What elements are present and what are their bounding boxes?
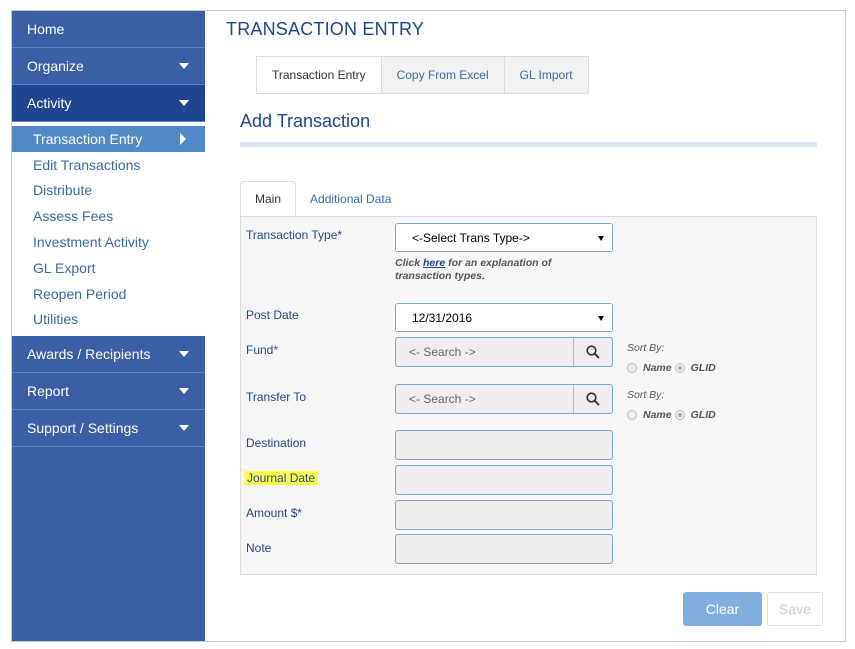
chevron-right-icon [180,133,186,145]
fund-search: <- Search -> [395,337,613,367]
main-content: TRANSACTION ENTRY Transaction Entry Copy… [205,11,845,641]
caret-down-icon [179,351,189,358]
page-title: TRANSACTION ENTRY [226,19,425,39]
amount-label: Amount $* [246,506,303,520]
app-window: Home Organize Activity Transaction Entry… [11,10,846,642]
help-prefix: Click [395,257,424,269]
tab-main[interactable]: Main [240,181,297,217]
note-field[interactable] [395,534,613,564]
sort-glid-label: GLID [690,409,716,421]
sub-item-transaction-entry[interactable]: Transaction Entry [12,126,205,152]
nav-report[interactable]: Report [12,373,205,411]
transaction-type-value: <-Select Trans Type-> [412,230,530,245]
sub-item-label: Transaction Entry [33,130,143,147]
transaction-form: Transaction Type* <-Select Trans Type-> … [240,216,817,575]
transfer-to-search-button[interactable] [573,385,612,413]
fund-label: Fund* [246,343,279,357]
transfer-sort-glid-radio[interactable] [674,410,685,420]
journal-date-field[interactable] [395,465,613,495]
sub-item-utilities[interactable]: Utilities [12,307,205,333]
sort-name-label: Name [643,409,672,421]
caret-down-icon [179,63,189,69]
section-title: Add Transaction [240,111,371,131]
caret-down-icon [179,388,189,395]
nav-organize[interactable]: Organize [12,48,205,85]
nav-report-label: Report [27,383,70,400]
dropdown-arrow-icon [598,236,604,241]
fund-search-input[interactable]: <- Search -> [396,338,573,366]
sub-item-gl-export[interactable]: GL Export [12,255,205,281]
note-label: Note [246,541,272,555]
transaction-type-select[interactable]: <-Select Trans Type-> [395,223,613,252]
post-date-label: Post Date [246,308,299,322]
transfer-sort-name-radio[interactable] [627,410,637,420]
nav-activity-label: Activity [27,95,72,111]
save-button[interactable]: Save [767,592,823,626]
sub-item-label: Assess Fees [33,208,114,225]
destination-label: Destination [246,436,307,450]
sort-name-label: Name [643,362,672,374]
transfer-to-label: Transfer To [246,390,307,404]
sub-item-reopen-period[interactable]: Reopen Period [12,281,205,307]
tab-transaction-entry[interactable]: Transaction Entry [256,56,382,94]
tab-gl-import[interactable]: GL Import [503,56,589,94]
amount-field[interactable] [395,500,613,530]
sub-item-label: Distribute [33,182,93,199]
top-tabs: Transaction Entry Copy From Excel GL Imp… [256,56,589,94]
nav-awards-recipients[interactable]: Awards / Recipients [12,336,205,374]
post-date-value: 12/31/2016 [412,310,473,325]
sub-item-label: Edit Transactions [33,156,141,173]
transaction-type-label: Transaction Type* [246,228,343,242]
sidebar: Home Organize Activity Transaction Entry… [12,11,205,641]
transaction-type-help: Click here for an explanation of transac… [395,257,595,283]
fund-sort-options: Name GLID [627,362,716,374]
inner-tabs: Main Additional Data [240,181,405,217]
sub-item-label: Investment Activity [33,234,149,251]
sub-item-investment-activity[interactable]: Investment Activity [12,229,205,255]
fund-sort-name-radio[interactable] [627,363,637,373]
transfer-sort-by-label: Sort By: [627,389,665,401]
sort-glid-label: GLID [690,362,716,374]
transfer-to-search-input[interactable]: <- Search -> [396,385,573,413]
sub-item-distribute[interactable]: Distribute [12,178,205,204]
tab-additional-data[interactable]: Additional Data [296,181,405,217]
caret-down-icon [179,100,189,106]
help-link[interactable]: here [423,257,445,269]
nav-support-label: Support / Settings [27,420,139,437]
transfer-sort-options: Name GLID [627,409,716,421]
section-divider [240,142,817,147]
nav-home-label: Home [27,21,65,37]
sub-item-edit-transactions[interactable]: Edit Transactions [12,152,205,178]
sub-item-label: Reopen Period [33,285,127,302]
nav-home[interactable]: Home [12,11,205,48]
search-icon [586,345,600,359]
post-date-select[interactable]: 12/31/2016 [395,303,613,332]
nav-activity[interactable]: Activity [12,85,205,122]
search-icon [586,392,600,406]
nav-support-settings[interactable]: Support / Settings [12,410,205,448]
destination-field[interactable] [395,430,613,460]
sub-item-label: GL Export [33,259,96,276]
fund-search-button[interactable] [573,338,612,366]
transfer-to-search: <- Search -> [395,384,613,414]
sub-item-label: Utilities [33,311,79,328]
clear-button[interactable]: Clear [683,592,762,626]
nav-organize-label: Organize [27,58,84,74]
caret-down-icon [179,425,189,432]
fund-sort-by-label: Sort By: [627,342,665,354]
sub-item-assess-fees[interactable]: Assess Fees [12,203,205,229]
fund-sort-glid-radio[interactable] [674,363,685,373]
tab-copy-from-excel[interactable]: Copy From Excel [380,56,505,94]
journal-date-label: Journal Date [244,471,319,485]
dropdown-arrow-icon [598,316,604,321]
nav-awards-label: Awards / Recipients [27,346,151,363]
activity-submenu: Transaction Entry Edit Transactions Dist… [12,122,205,337]
